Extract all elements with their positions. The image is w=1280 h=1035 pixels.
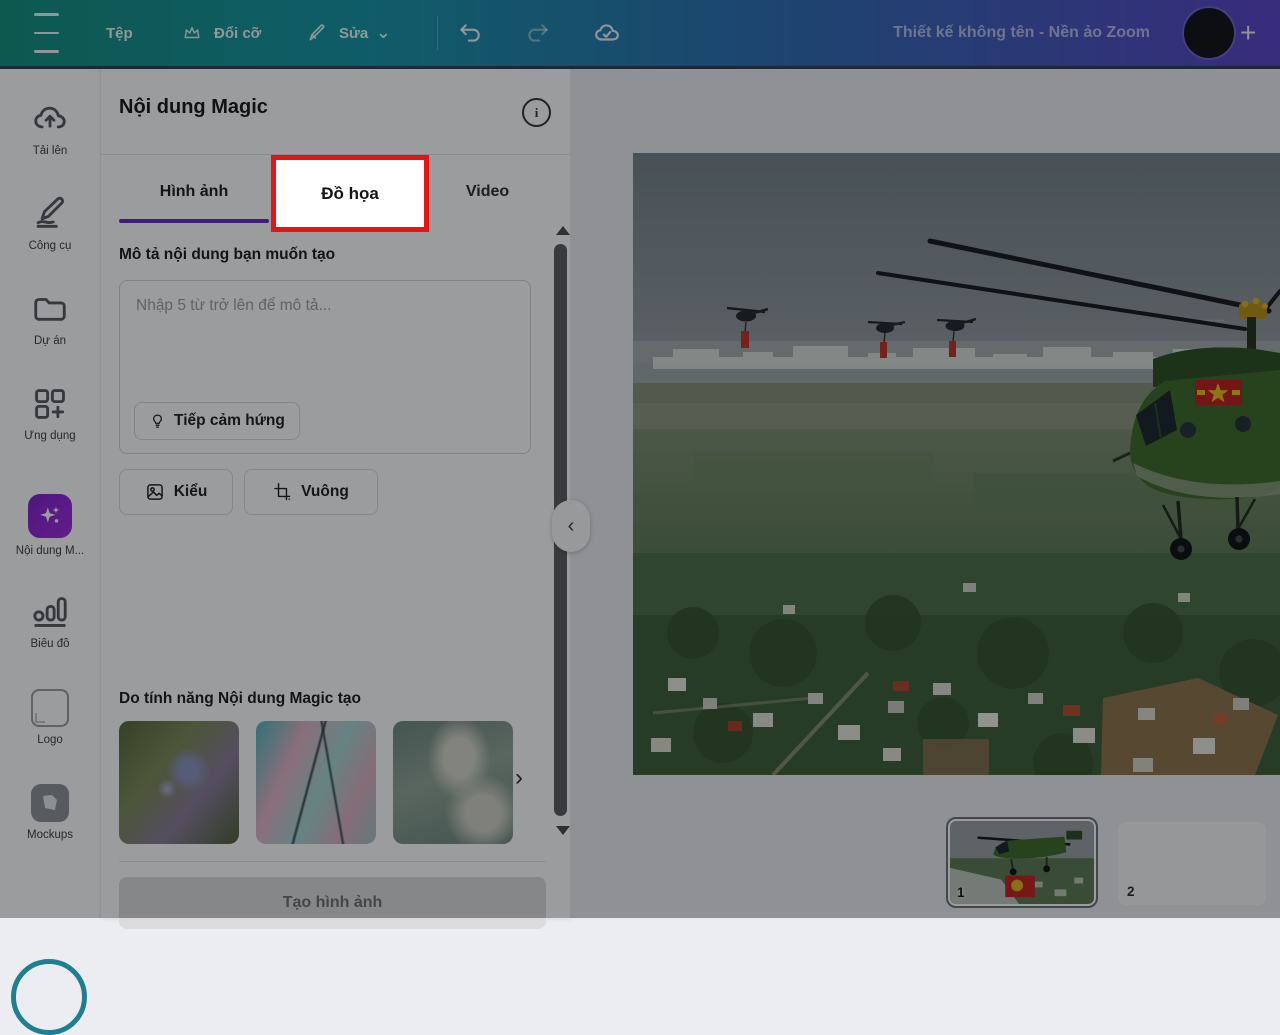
sidebar-item-label: Mockups [0, 829, 100, 841]
sidebar-item-label: Tải lên [0, 145, 100, 157]
generate-image-button[interactable]: Tạo hình ảnh [119, 877, 546, 929]
resize-menu[interactable]: Đổi cỡ [178, 0, 261, 66]
pencil-icon [303, 19, 331, 47]
sidebar-item-charts[interactable]: Biểu đồ [0, 593, 100, 650]
upload-icon [0, 100, 100, 138]
describe-label: Mô tả nội dung bạn muốn tạo [119, 246, 335, 264]
generated-thumbnail-prism[interactable] [256, 721, 376, 844]
inspire-button-label: Tiếp cảm hứng [174, 412, 285, 430]
aspect-ratio-button[interactable]: Vuông [244, 469, 378, 515]
crown-icon [178, 19, 206, 47]
projects-icon [0, 290, 100, 328]
sidebar-item-projects[interactable]: Dự án [0, 290, 100, 347]
sidebar-item-label: Nội dung M... [0, 545, 100, 557]
top-bar: Tệp Đổi cỡ Sửa ⌄ Thiết kế không tên - Nề… [0, 0, 1280, 69]
sidebar-item-label: Biểu đồ [0, 638, 100, 650]
cloud-check-icon [593, 19, 621, 47]
sidebar-item-magic-content[interactable]: Nội dung M... [0, 494, 100, 557]
charts-icon [0, 593, 100, 631]
image-style-icon [145, 482, 165, 502]
chevron-right-icon[interactable]: › [515, 766, 523, 790]
active-tab-underline [119, 219, 269, 223]
add-design-button[interactable]: + [1240, 0, 1256, 66]
generated-thumbnail-marble[interactable] [393, 721, 513, 844]
prompt-input[interactable] [120, 281, 530, 381]
file-menu[interactable]: Tệp [106, 0, 133, 66]
edit-menu[interactable]: Sửa ⌄ [303, 0, 390, 66]
app-sidebar: Tải lên Công cụ Dự án Ứng dụng Nội dung … [0, 66, 100, 918]
helicopter-photo[interactable]: •••• •••• [633, 153, 1280, 775]
generated-thumbnail-flower[interactable] [119, 721, 239, 844]
undo-button[interactable] [456, 0, 484, 66]
prompt-container: Tiếp cảm hứng [119, 280, 531, 454]
page-thumbnail-2[interactable]: 2 [1118, 822, 1266, 905]
chevron-left-icon: ‹ [568, 515, 575, 538]
tab-video[interactable]: Video [429, 164, 546, 220]
page-number: 1 [957, 885, 965, 900]
page-thumbnail-1[interactable]: 1 [946, 817, 1098, 908]
edit-menu-label: Sửa [339, 25, 368, 42]
panel-scroll-down-arrow[interactable] [556, 826, 570, 835]
mockups-icon [31, 784, 69, 822]
logo-icon [31, 689, 69, 727]
sidebar-item-tools[interactable]: Công cụ [0, 195, 100, 252]
file-menu-label: Tệp [106, 25, 133, 42]
page-number: 2 [1127, 884, 1135, 899]
document-title[interactable]: Thiết kế không tên - Nền ảo Zoom [893, 0, 1150, 66]
sidebar-item-apps[interactable]: Ứng dụng [0, 385, 100, 442]
design-canvas[interactable]: •••• •••• [570, 66, 1280, 918]
lightbulb-icon [149, 413, 166, 430]
sidebar-item-logo[interactable]: Logo [0, 689, 100, 746]
info-icon[interactable]: i [522, 98, 551, 127]
redo-button[interactable] [524, 0, 552, 66]
sidebar-item-label: Công cụ [0, 240, 100, 252]
menu-hamburger-icon[interactable] [34, 0, 59, 66]
highlighted-tab-label: Đồ họa [321, 184, 379, 204]
generate-divider [119, 861, 546, 862]
inspire-button[interactable]: Tiếp cảm hứng [134, 402, 300, 440]
undo-icon [456, 19, 484, 47]
panel-scroll-up-arrow[interactable] [556, 226, 570, 235]
sidebar-item-label: Ứng dụng [0, 430, 100, 442]
aspect-ratio-button-label: Vuông [301, 483, 349, 501]
sidebar-item-mockups[interactable]: Mockups [0, 784, 100, 841]
panel-title: Nội dung Magic [119, 96, 268, 119]
style-button[interactable]: Kiểu [119, 469, 233, 515]
tools-icon [0, 195, 100, 233]
highlight-annotation-do-hoa: Đồ họa [271, 155, 429, 232]
crop-icon [273, 483, 292, 502]
chevron-down-icon: ⌄ [376, 28, 390, 38]
style-button-label: Kiểu [174, 483, 208, 501]
magic-content-icon [28, 494, 72, 538]
sidebar-item-uploads[interactable]: Tải lên [0, 100, 100, 157]
sidebar-item-label: Logo [0, 734, 100, 746]
panel-collapse-handle[interactable]: ‹ [552, 500, 590, 552]
canva-bottom-logo[interactable] [11, 959, 87, 1035]
redo-icon [524, 19, 552, 47]
tab-hinh-anh[interactable]: Hình ảnh [119, 164, 269, 220]
cloud-save-status [593, 0, 621, 66]
generated-section-heading: Do tính năng Nội dung Magic tạo [119, 690, 361, 708]
resize-menu-label: Đổi cỡ [214, 25, 261, 42]
user-avatar[interactable] [1184, 8, 1234, 58]
apps-icon [0, 385, 100, 423]
sidebar-item-label: Dự án [0, 335, 100, 347]
topbar-divider [437, 16, 438, 50]
